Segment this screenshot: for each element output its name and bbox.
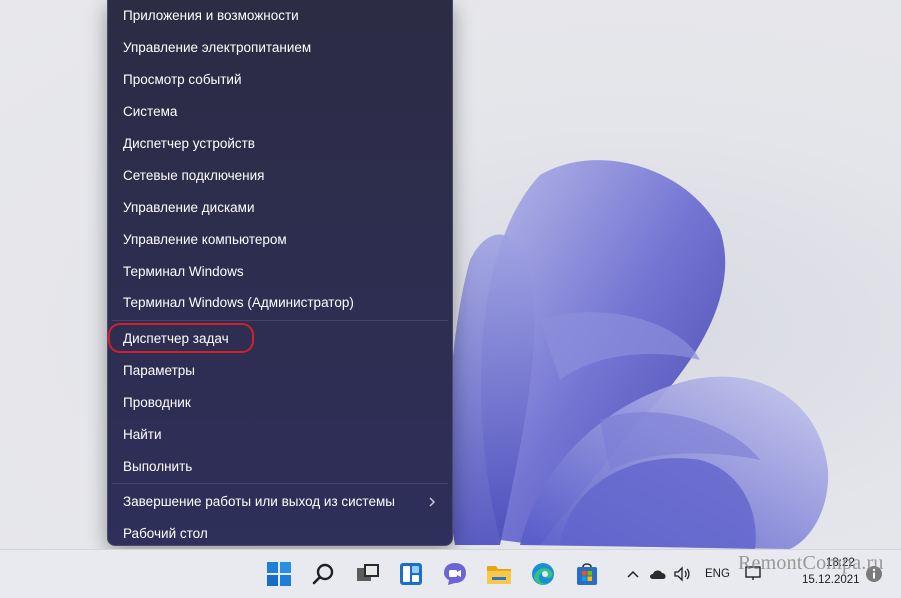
watermark-text: RemontCompa.ru <box>738 552 884 574</box>
menu-item-device-manager[interactable]: Диспетчер устройств <box>108 129 452 159</box>
menu-item-label: Терминал Windows <box>123 264 244 279</box>
menu-item-label: Управление электропитанием <box>123 40 312 55</box>
power-user-context-menu: Приложения и возможности Управление элек… <box>107 0 453 546</box>
menu-item-label: Параметры <box>123 363 195 378</box>
menu-separator <box>112 483 448 484</box>
red-highlight-annotation <box>108 323 254 353</box>
menu-item-label: Рабочий стол <box>123 526 208 541</box>
menu-item-label: Завершение работы или выход из системы <box>123 494 395 509</box>
menu-item-windows-terminal[interactable]: Терминал Windows <box>108 257 452 287</box>
microsoft-store-icon[interactable] <box>574 561 600 587</box>
menu-separator <box>112 320 448 321</box>
menu-item-file-explorer[interactable]: Проводник <box>108 388 452 418</box>
menu-item-windows-terminal-admin[interactable]: Терминал Windows (Администратор) <box>108 288 452 318</box>
menu-item-settings[interactable]: Параметры <box>108 356 452 386</box>
menu-item-label: Терминал Windows (Администратор) <box>123 295 354 310</box>
menu-item-label: Управление компьютером <box>123 232 287 247</box>
menu-item-run[interactable]: Выполнить <box>108 452 452 482</box>
menu-item-label: Проводник <box>123 395 191 410</box>
onedrive-cloud-icon[interactable] <box>648 566 668 587</box>
menu-item-label: Система <box>123 104 178 119</box>
menu-item-label: Выполнить <box>123 459 193 474</box>
language-indicator[interactable]: ENG <box>705 568 730 580</box>
edge-browser-icon[interactable] <box>530 561 556 587</box>
menu-item-search[interactable]: Найти <box>108 420 452 450</box>
menu-item-disk-management[interactable]: Управление дисками <box>108 193 452 223</box>
search-icon[interactable] <box>311 561 337 587</box>
menu-item-label: Диспетчер устройств <box>123 136 255 151</box>
menu-item-computer-management[interactable]: Управление компьютером <box>108 225 452 255</box>
volume-icon[interactable] <box>673 565 691 588</box>
menu-item-label: Сетевые подключения <box>123 168 265 183</box>
menu-item-desktop[interactable]: Рабочий стол <box>108 519 452 549</box>
clock-date[interactable]: 15.12.2021 <box>802 574 860 586</box>
teams-chat-icon[interactable] <box>442 561 468 587</box>
menu-item-event-viewer[interactable]: Просмотр событий <box>108 65 452 95</box>
menu-item-network-connections[interactable]: Сетевые подключения <box>108 161 452 191</box>
menu-item-shutdown-signout[interactable]: Завершение работы или выход из системы <box>108 487 452 517</box>
chevron-up-icon[interactable] <box>626 564 640 589</box>
widgets-icon[interactable] <box>398 561 424 587</box>
windows-start-icon[interactable] <box>266 561 292 587</box>
task-view-icon[interactable] <box>355 561 381 587</box>
menu-item-label: Просмотр событий <box>123 72 242 87</box>
menu-item-power-options[interactable]: Управление электропитанием <box>108 33 452 63</box>
menu-item-system[interactable]: Система <box>108 97 452 127</box>
menu-item-label: Найти <box>123 427 162 442</box>
file-explorer-icon[interactable] <box>486 561 512 587</box>
menu-item-apps-features[interactable]: Приложения и возможности <box>108 1 452 31</box>
menu-item-label: Управление дисками <box>123 200 255 215</box>
menu-item-label: Приложения и возможности <box>123 8 299 23</box>
